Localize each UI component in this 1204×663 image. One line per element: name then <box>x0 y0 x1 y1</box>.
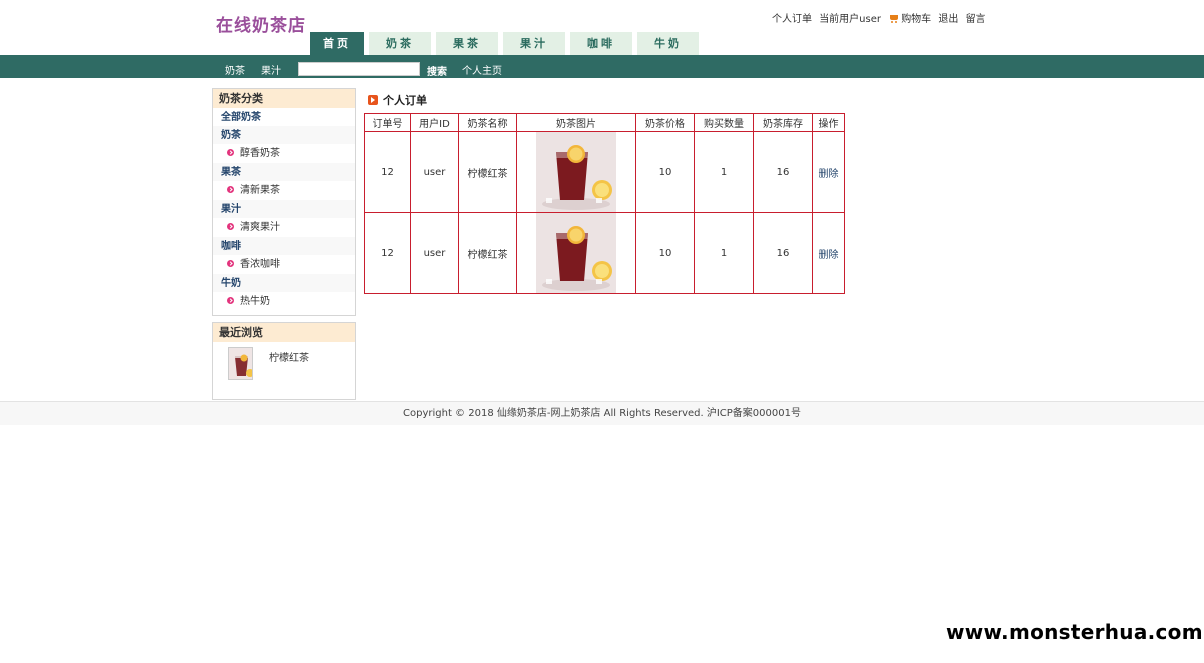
logout-link[interactable]: 退出 <box>938 10 958 25</box>
sub-nav-milk-tea[interactable]: 奶茶 <box>225 62 245 77</box>
cell-image <box>516 131 636 213</box>
category-group-fruit-tea[interactable]: 果茶 <box>213 163 355 181</box>
table-row: 12 user 柠檬红茶 10 1 16 删除 <box>364 212 845 294</box>
recent-item-name[interactable]: 柠檬红茶 <box>269 349 309 364</box>
watermark: www.monsterhua.com <box>946 620 1203 644</box>
orders-link[interactable]: 个人订单 <box>772 10 812 25</box>
cell-action: 删除 <box>812 212 845 294</box>
col-header-order-id: 订单号 <box>364 113 411 132</box>
cart-icon <box>888 14 899 23</box>
personal-home-link[interactable]: 个人主页 <box>462 62 502 77</box>
col-header-stock: 奶茶库存 <box>753 113 813 132</box>
sub-nav-bar <box>0 55 1204 78</box>
cell-stock: 16 <box>753 212 813 294</box>
delete-link[interactable]: 删除 <box>819 250 839 261</box>
cell-name: 柠檬红茶 <box>458 212 517 294</box>
category-item-milk-tea[interactable]: 醇香奶茶 <box>213 144 355 163</box>
orders-table: 订单号 用户ID 奶茶名称 奶茶图片 奶茶价格 购买数量 奶茶库存 操作 12 … <box>364 113 845 294</box>
page-title: 个人订单 <box>368 92 427 108</box>
site-logo[interactable]: 在线奶茶店 <box>216 11 306 36</box>
bullet-icon <box>227 297 234 304</box>
search-input[interactable] <box>298 62 420 76</box>
tab-coffee[interactable]: 咖啡 <box>570 32 632 55</box>
tab-home[interactable]: 首页 <box>310 32 364 55</box>
delete-link[interactable]: 删除 <box>819 169 839 180</box>
message-link[interactable]: 留言 <box>966 10 986 25</box>
bullet-icon <box>227 223 234 230</box>
category-item-fruit-tea[interactable]: 清新果茶 <box>213 181 355 200</box>
top-links: 个人订单 当前用户user 购物车 退出 留言 <box>772 10 990 25</box>
page-title-text: 个人订单 <box>383 94 427 107</box>
bullet-icon <box>227 186 234 193</box>
category-all[interactable]: 全部奶茶 <box>213 108 355 126</box>
col-header-image: 奶茶图片 <box>516 113 636 132</box>
tab-juice[interactable]: 果汁 <box>503 32 565 55</box>
category-item-label: 热牛奶 <box>240 296 270 307</box>
bullet-icon <box>227 149 234 156</box>
cell-price: 10 <box>635 212 695 294</box>
col-header-price: 奶茶价格 <box>635 113 695 132</box>
cell-image <box>516 212 636 294</box>
recent-panel-title: 最近浏览 <box>213 323 355 342</box>
col-header-name: 奶茶名称 <box>458 113 517 132</box>
cell-order-id: 12 <box>364 212 411 294</box>
category-item-juice[interactable]: 清爽果汁 <box>213 218 355 237</box>
cell-name: 柠檬红茶 <box>458 131 517 213</box>
sub-nav-juice[interactable]: 果汁 <box>261 62 281 77</box>
cart-label: 购物车 <box>901 14 932 25</box>
category-group-juice[interactable]: 果汁 <box>213 200 355 218</box>
current-user-label: 当前用户user <box>819 14 881 25</box>
recent-panel: 最近浏览 柠檬红茶 <box>212 322 356 400</box>
cell-order-id: 12 <box>364 131 411 213</box>
footer-copyright: Copyright © 2018 仙缘奶茶店-网上奶茶店 All Rights … <box>0 401 1204 425</box>
category-group-milk-tea[interactable]: 奶茶 <box>213 126 355 144</box>
recent-item[interactable]: 柠檬红茶 <box>213 342 355 398</box>
search-button[interactable]: 搜索 <box>427 63 447 78</box>
bullet-icon <box>227 260 234 267</box>
category-panel: 奶茶分类 全部奶茶 奶茶 醇香奶茶 果茶 清新果茶 果汁 清爽果汁 咖啡 香浓咖… <box>212 88 356 316</box>
category-item-label: 醇香奶茶 <box>240 148 280 159</box>
cell-action: 删除 <box>812 131 845 213</box>
cell-quantity: 1 <box>694 212 754 294</box>
category-item-label: 香浓咖啡 <box>240 259 280 270</box>
cell-quantity: 1 <box>694 131 754 213</box>
arrow-right-icon <box>368 95 378 105</box>
cell-user-id: user <box>410 131 459 213</box>
recent-item-thumbnail[interactable] <box>228 347 253 380</box>
drink-image[interactable] <box>536 213 616 293</box>
col-header-user-id: 用户ID <box>410 113 459 132</box>
category-group-milk[interactable]: 牛奶 <box>213 274 355 292</box>
category-panel-title: 奶茶分类 <box>213 89 355 108</box>
tab-fruit-tea[interactable]: 果茶 <box>436 32 498 55</box>
cart-link[interactable]: 购物车 <box>888 10 931 25</box>
category-item-coffee[interactable]: 香浓咖啡 <box>213 255 355 274</box>
cell-stock: 16 <box>753 131 813 213</box>
table-row: 12 user 柠檬红茶 10 1 16 删除 <box>364 131 845 213</box>
cell-price: 10 <box>635 131 695 213</box>
category-item-milk[interactable]: 热牛奶 <box>213 292 355 311</box>
category-item-label: 清新果茶 <box>240 185 280 196</box>
table-header-row: 订单号 用户ID 奶茶名称 奶茶图片 奶茶价格 购买数量 奶茶库存 操作 <box>364 113 845 132</box>
drink-image[interactable] <box>536 132 616 212</box>
col-header-quantity: 购买数量 <box>694 113 754 132</box>
main-nav: 首页 奶茶 果茶 果汁 咖啡 牛奶 <box>310 32 704 55</box>
tab-milk[interactable]: 牛奶 <box>637 32 699 55</box>
tab-milk-tea[interactable]: 奶茶 <box>369 32 431 55</box>
cell-user-id: user <box>410 212 459 294</box>
col-header-action: 操作 <box>812 113 845 132</box>
category-group-coffee[interactable]: 咖啡 <box>213 237 355 255</box>
category-item-label: 清爽果汁 <box>240 222 280 233</box>
